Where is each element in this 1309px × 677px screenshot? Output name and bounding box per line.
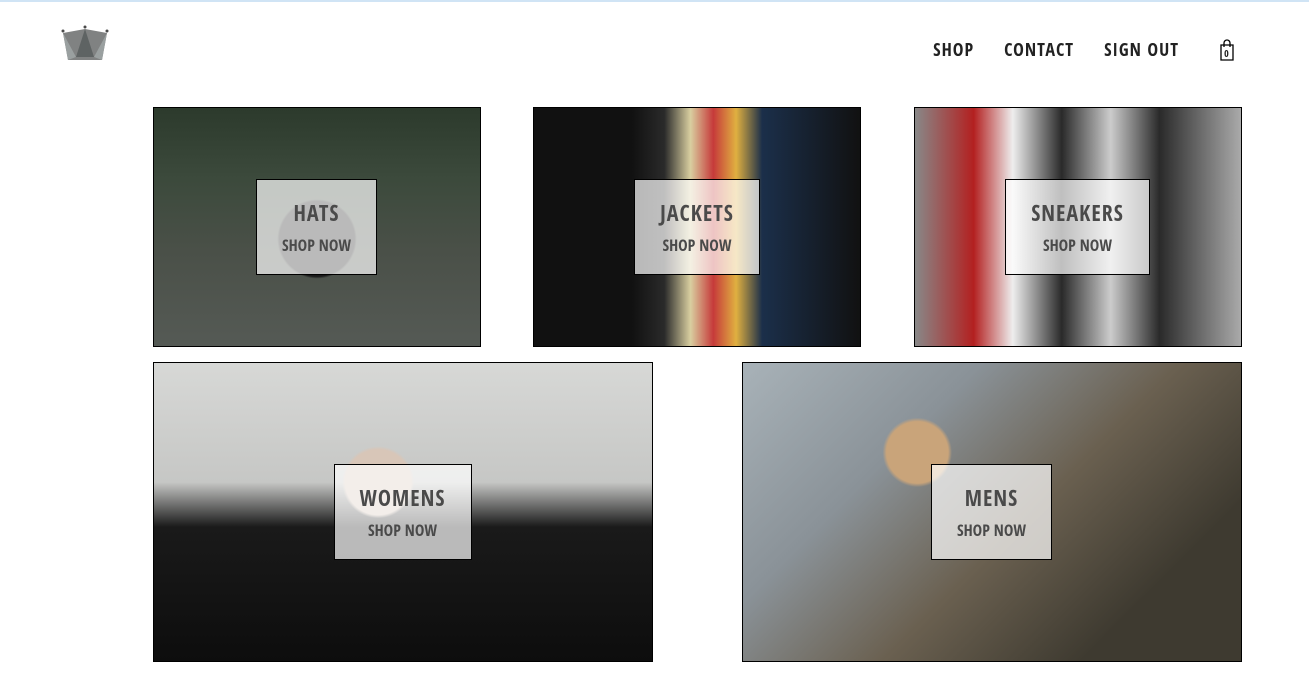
category-title: MENS [957,483,1026,513]
nav-shop[interactable]: SHOP [918,28,989,72]
nav: SHOP CONTACT SIGN OUT 0 [918,27,1249,72]
category-subtitle: SHOP NOW [360,519,446,541]
nav-contact[interactable]: CONTACT [989,28,1089,72]
category-subtitle: SHOP NOW [1031,234,1124,256]
category-title: SNEAKERS [1031,198,1124,228]
crown-logo[interactable] [60,25,120,75]
category-subtitle: SHOP NOW [660,234,734,256]
category-box: WOMENS SHOP NOW [334,464,472,560]
category-box: HATS SHOP NOW [256,179,377,275]
category-title: HATS [282,198,351,228]
category-box: MENS SHOP NOW [931,464,1052,560]
category-title: WOMENS [360,483,446,513]
category-mens[interactable]: MENS SHOP NOW [742,362,1242,662]
category-subtitle: SHOP NOW [282,234,351,256]
category-subtitle: SHOP NOW [957,519,1026,541]
header: SHOP CONTACT SIGN OUT 0 [0,2,1309,82]
category-sneakers[interactable]: SNEAKERS SHOP NOW [914,107,1242,347]
category-womens[interactable]: WOMENS SHOP NOW [153,362,653,662]
category-box: SNEAKERS SHOP NOW [1005,179,1150,275]
category-hats[interactable]: HATS SHOP NOW [153,107,481,347]
category-title: JACKETS [660,198,734,228]
cart-count: 0 [1224,46,1229,60]
category-box: JACKETS SHOP NOW [634,179,760,275]
cart-button[interactable]: 0 [1204,27,1249,72]
category-jackets[interactable]: JACKETS SHOP NOW [533,107,861,347]
nav-signout[interactable]: SIGN OUT [1089,28,1194,72]
directory-menu: HATS SHOP NOW JACKETS SHOP NOW SNEAKERS … [0,82,1309,677]
